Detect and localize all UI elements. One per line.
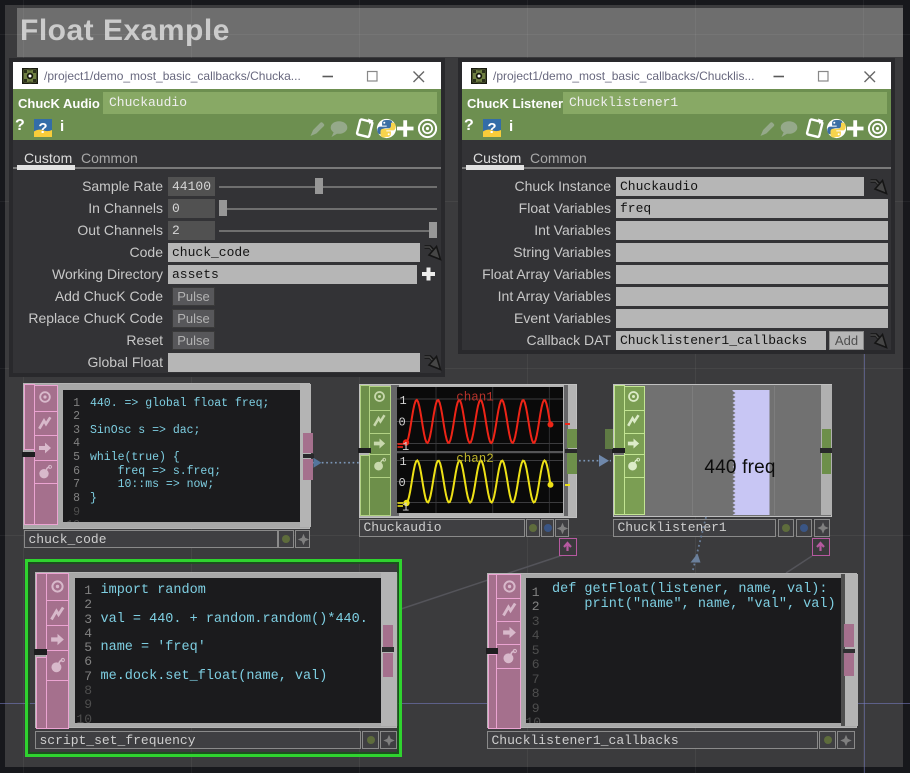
svg-text:chan2: chan2 <box>456 452 494 466</box>
svg-text:?: ? <box>487 120 496 137</box>
svg-text:1: 1 <box>400 455 407 469</box>
svg-text:0: 0 <box>399 476 406 490</box>
svg-text:1: 1 <box>402 440 409 454</box>
svg-text:1: 1 <box>402 501 409 514</box>
svg-text:?: ? <box>38 120 47 137</box>
svg-text:0: 0 <box>399 416 406 430</box>
svg-text:1: 1 <box>400 394 407 408</box>
svg-text:chan1: chan1 <box>456 391 494 405</box>
